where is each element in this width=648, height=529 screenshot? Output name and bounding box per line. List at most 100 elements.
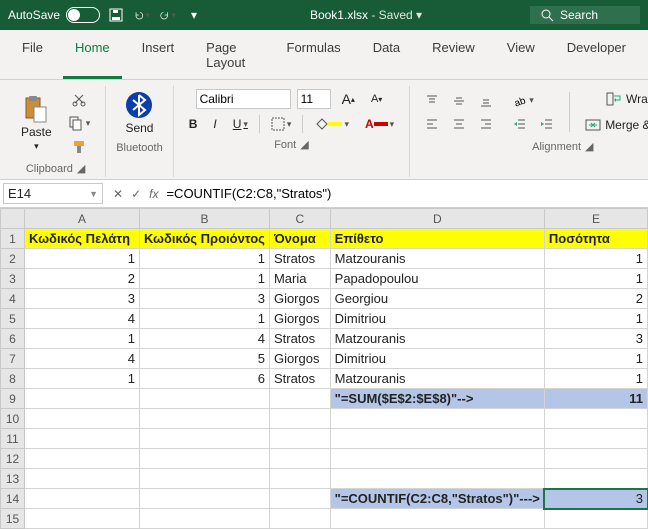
font-name-select[interactable] — [196, 89, 291, 109]
cell-A8[interactable]: 1 — [24, 369, 139, 389]
cell-B15[interactable] — [139, 509, 269, 529]
cell-A3[interactable]: 2 — [24, 269, 139, 289]
cell-D7[interactable]: Dimitriou — [330, 349, 544, 369]
tab-file[interactable]: File — [10, 34, 55, 79]
cut-button[interactable] — [63, 88, 96, 110]
cell-C12[interactable] — [269, 449, 330, 469]
merge-center-button[interactable]: Merge & Center — [580, 114, 648, 136]
cell-D3[interactable]: Papadopoulou — [330, 269, 544, 289]
format-painter-button[interactable] — [63, 136, 96, 158]
row-header-11[interactable]: 11 — [1, 429, 25, 449]
cell-A14[interactable] — [24, 489, 139, 509]
cell-E15[interactable] — [544, 509, 647, 529]
dialog-launcher-icon[interactable]: ◢ — [585, 140, 593, 153]
align-middle-button[interactable] — [447, 91, 471, 111]
underline-button[interactable]: U — [228, 114, 253, 134]
cell-D6[interactable]: Matzouranis — [330, 329, 544, 349]
cell-A13[interactable] — [24, 469, 139, 489]
orientation-button[interactable]: ab — [508, 91, 539, 111]
cell-C9[interactable] — [269, 389, 330, 409]
cell-C10[interactable] — [269, 409, 330, 429]
row-header-1[interactable]: 1 — [1, 229, 25, 249]
decrease-font-button[interactable]: A▾ — [366, 90, 387, 108]
cell-A10[interactable] — [24, 409, 139, 429]
col-header-C[interactable]: C — [269, 209, 330, 229]
enter-formula-button[interactable]: ✓ — [127, 185, 145, 203]
cell-A11[interactable] — [24, 429, 139, 449]
search-box[interactable]: Search — [530, 6, 640, 24]
align-bottom-button[interactable] — [474, 91, 498, 111]
tab-insert[interactable]: Insert — [130, 34, 187, 79]
cell-D12[interactable] — [330, 449, 544, 469]
italic-button[interactable]: I — [208, 114, 221, 134]
row-header-13[interactable]: 13 — [1, 469, 25, 489]
tab-review[interactable]: Review — [420, 34, 487, 79]
cell-C1[interactable]: Όνομα — [269, 229, 330, 249]
cell-B2[interactable]: 1 — [139, 249, 269, 269]
cell-D15[interactable] — [330, 509, 544, 529]
cell-B14[interactable] — [139, 489, 269, 509]
cell-D10[interactable] — [330, 409, 544, 429]
cell-C7[interactable]: Giorgos — [269, 349, 330, 369]
undo-icon[interactable] — [134, 7, 150, 23]
cell-B3[interactable]: 1 — [139, 269, 269, 289]
bold-button[interactable]: B — [184, 114, 203, 134]
cell-D4[interactable]: Georgiou — [330, 289, 544, 309]
cell-E7[interactable]: 1 — [544, 349, 647, 369]
cell-E14[interactable]: 3 — [544, 489, 647, 509]
tab-view[interactable]: View — [495, 34, 547, 79]
cell-C8[interactable]: Stratos — [269, 369, 330, 389]
wrap-text-button[interactable]: Wrap Text — [580, 88, 648, 110]
redo-icon[interactable] — [160, 7, 176, 23]
cell-A12[interactable] — [24, 449, 139, 469]
cell-C2[interactable]: Stratos — [269, 249, 330, 269]
cell-B9[interactable] — [139, 389, 269, 409]
select-all-corner[interactable] — [1, 209, 25, 229]
row-header-15[interactable]: 15 — [1, 509, 25, 529]
cancel-formula-button[interactable]: ✕ — [109, 185, 127, 203]
name-box[interactable]: E14▼ — [3, 183, 103, 204]
cell-D11[interactable] — [330, 429, 544, 449]
cell-C15[interactable] — [269, 509, 330, 529]
cell-B6[interactable]: 4 — [139, 329, 269, 349]
cell-E4[interactable]: 2 — [544, 289, 647, 309]
copy-button[interactable] — [63, 112, 96, 134]
cell-E6[interactable]: 3 — [544, 329, 647, 349]
row-header-2[interactable]: 2 — [1, 249, 25, 269]
decrease-indent-button[interactable] — [508, 114, 532, 134]
cell-D1[interactable]: Επίθετο — [330, 229, 544, 249]
cell-C14[interactable] — [269, 489, 330, 509]
row-header-8[interactable]: 8 — [1, 369, 25, 389]
col-header-A[interactable]: A — [24, 209, 139, 229]
cell-C13[interactable] — [269, 469, 330, 489]
row-header-10[interactable]: 10 — [1, 409, 25, 429]
cell-C3[interactable]: Maria — [269, 269, 330, 289]
cell-A5[interactable]: 4 — [24, 309, 139, 329]
formula-input[interactable] — [162, 182, 648, 205]
cell-E5[interactable]: 1 — [544, 309, 647, 329]
cell-B5[interactable]: 1 — [139, 309, 269, 329]
cell-C11[interactable] — [269, 429, 330, 449]
cell-D13[interactable] — [330, 469, 544, 489]
cell-A7[interactable]: 4 — [24, 349, 139, 369]
doc-state[interactable]: Saved — [379, 8, 413, 22]
tab-formulas[interactable]: Formulas — [275, 34, 353, 79]
cell-B7[interactable]: 5 — [139, 349, 269, 369]
cell-B10[interactable] — [139, 409, 269, 429]
bluetooth-send-button[interactable]: Send — [120, 88, 158, 138]
cell-B8[interactable]: 6 — [139, 369, 269, 389]
cell-E13[interactable] — [544, 469, 647, 489]
cell-E9[interactable]: 11 — [544, 389, 647, 409]
fill-color-button[interactable] — [309, 114, 354, 134]
increase-font-button[interactable]: A▴ — [337, 88, 360, 110]
cell-D14[interactable]: "=COUNTIF(C2:C8,"Stratos")"---> — [330, 489, 544, 509]
cell-B11[interactable] — [139, 429, 269, 449]
cell-E1[interactable]: Ποσότητα — [544, 229, 647, 249]
tab-home[interactable]: Home — [63, 34, 122, 79]
borders-button[interactable] — [266, 114, 297, 134]
cell-C5[interactable]: Giorgos — [269, 309, 330, 329]
row-header-9[interactable]: 9 — [1, 389, 25, 409]
tab-developer[interactable]: Developer — [555, 34, 638, 79]
col-header-B[interactable]: B — [139, 209, 269, 229]
cell-E8[interactable]: 1 — [544, 369, 647, 389]
